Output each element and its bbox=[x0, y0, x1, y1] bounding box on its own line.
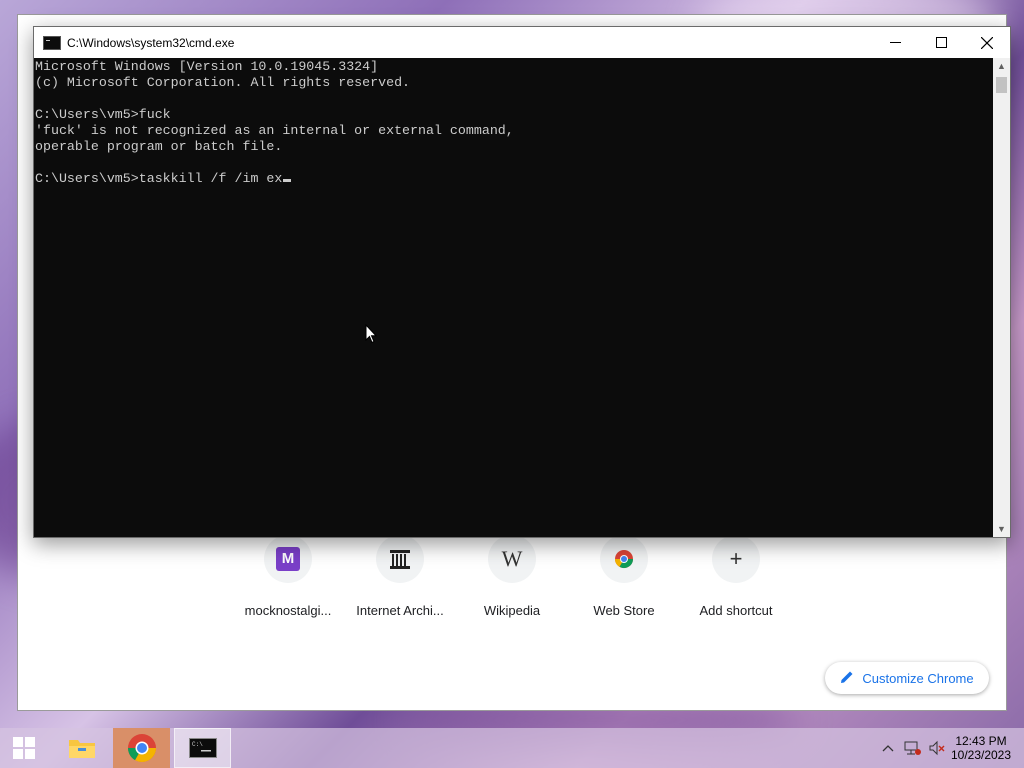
console-input-line[interactable]: C:\Users\vm5>taskkill /f /im ex bbox=[35, 171, 993, 187]
shortcut-add[interactable]: + Add shortcut bbox=[681, 535, 791, 618]
web-store-icon bbox=[600, 535, 648, 583]
chrome-taskbar-button[interactable] bbox=[113, 728, 170, 768]
clock[interactable]: 12:43 PM 10/23/2023 bbox=[950, 728, 1012, 768]
cmd-titlebar[interactable]: C:\Windows\system32\cmd.exe bbox=[34, 27, 1010, 58]
console-output[interactable]: Microsoft Windows [Version 10.0.19045.33… bbox=[34, 58, 993, 537]
scrollbar-thumb[interactable] bbox=[996, 77, 1007, 93]
customize-chrome-button[interactable]: Customize Chrome bbox=[825, 662, 989, 694]
console-line: (c) Microsoft Corporation. All rights re… bbox=[35, 75, 411, 90]
cmd-window[interactable]: C:\Windows\system32\cmd.exe Microsoft Wi… bbox=[33, 26, 1011, 538]
cmd-taskbar-button[interactable]: C:\ bbox=[174, 728, 231, 768]
console-line: 'fuck' is not recognized as an internal … bbox=[35, 123, 514, 138]
console-input-text: C:\Users\vm5>taskkill /f /im ex bbox=[35, 171, 283, 186]
shortcut-label: mocknostalgi... bbox=[244, 603, 332, 618]
folder-icon bbox=[69, 740, 95, 758]
internet-archive-icon bbox=[376, 535, 424, 583]
cmd-app-icon bbox=[43, 35, 61, 50]
plus-icon: + bbox=[712, 535, 760, 583]
maximize-button[interactable] bbox=[918, 27, 964, 58]
cmd-icon: C:\ bbox=[188, 738, 217, 758]
customize-chrome-label: Customize Chrome bbox=[862, 670, 974, 686]
clock-time: 12:43 PM bbox=[955, 734, 1007, 748]
console-line: operable program or batch file. bbox=[35, 139, 283, 154]
file-explorer-button[interactable] bbox=[58, 728, 106, 768]
svg-text:C:\: C:\ bbox=[192, 741, 203, 748]
console-line: Microsoft Windows [Version 10.0.19045.33… bbox=[35, 59, 379, 74]
scroll-down-arrow-icon[interactable]: ▼ bbox=[993, 521, 1010, 537]
shortcut-wikipedia[interactable]: W Wikipedia bbox=[457, 535, 567, 618]
chevron-up-icon bbox=[882, 745, 894, 752]
mocknostalgia-icon: M bbox=[264, 535, 312, 583]
shortcut-label: Add shortcut bbox=[699, 603, 773, 618]
vertical-scrollbar[interactable]: ▲ ▼ bbox=[993, 58, 1010, 537]
volume-muted-icon[interactable] bbox=[926, 728, 948, 768]
console-line: C:\Users\vm5>fuck bbox=[35, 107, 171, 122]
shortcut-web-store[interactable]: Web Store bbox=[569, 535, 679, 618]
chrome-icon bbox=[127, 734, 156, 762]
windows-logo-icon bbox=[13, 737, 35, 759]
shortcut-label: Web Store bbox=[593, 603, 655, 618]
close-button[interactable] bbox=[964, 27, 1010, 58]
minimize-button[interactable] bbox=[872, 27, 918, 58]
shortcut-mocknostalgia[interactable]: M mocknostalgi... bbox=[233, 535, 343, 618]
wikipedia-icon: W bbox=[488, 535, 536, 583]
window-title: C:\Windows\system32\cmd.exe bbox=[67, 35, 235, 50]
shortcut-label: Wikipedia bbox=[483, 603, 541, 618]
text-cursor bbox=[283, 179, 292, 182]
shortcut-label: Internet Archi... bbox=[356, 603, 444, 618]
scroll-up-arrow-icon[interactable]: ▲ bbox=[993, 58, 1010, 74]
mouse-pointer-icon bbox=[365, 323, 378, 349]
show-hidden-icons-button[interactable] bbox=[880, 728, 896, 768]
taskbar: C:\ 12:43 PM 10/23/2023 bbox=[0, 728, 1024, 768]
network-icon[interactable] bbox=[902, 728, 924, 768]
start-button[interactable] bbox=[0, 728, 48, 768]
pencil-icon bbox=[840, 670, 854, 687]
clock-date: 10/23/2023 bbox=[950, 748, 1012, 762]
shortcut-internet-archive[interactable]: Internet Archi... bbox=[345, 535, 455, 618]
